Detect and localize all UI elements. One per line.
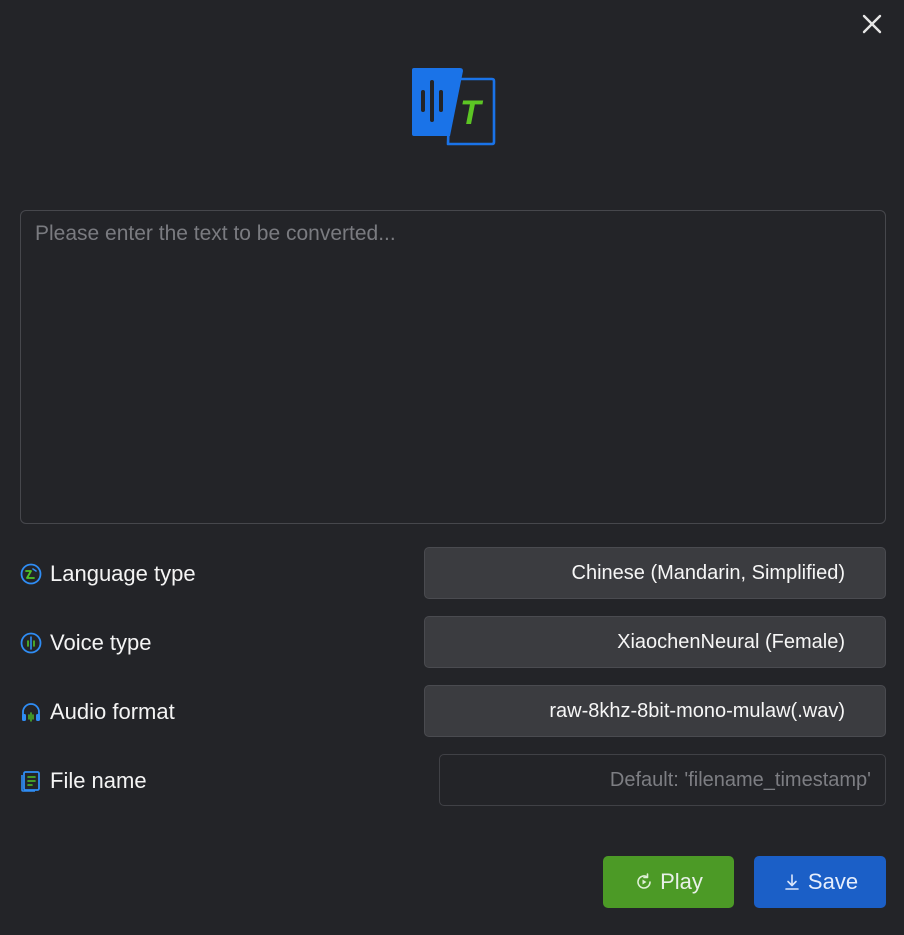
language-icon [20,563,42,585]
download-icon [785,874,799,890]
close-icon[interactable] [858,10,886,38]
voice-type-label-row: Voice type [20,628,152,658]
headphones-icon [22,703,40,722]
language-type-label: Language type [50,561,196,586]
voice-icon [20,632,42,654]
voice-type-label: Voice type [50,630,152,655]
audio-format-select[interactable]: raw-8khz-8bit-mono-mulaw(.wav) [424,685,886,737]
play-button[interactable]: Play [603,856,734,908]
voice-type-select[interactable]: XiaochenNeural (Female) [424,616,886,668]
audio-format-label-row: Audio format [20,697,175,727]
language-type-value: Chinese (Mandarin, Simplified) [571,561,845,584]
file-name-label: File name [50,768,147,793]
play-button-label: Play [660,869,703,894]
logo-letter: T [460,94,484,132]
file-icon [21,771,40,792]
audio-format-value: raw-8khz-8bit-mono-mulaw(.wav) [549,699,845,722]
text-to-speech-dialog: T Language type Chinese (Mandarin, Simpl… [0,0,904,935]
language-type-label-row: Language type [20,559,196,589]
language-type-select[interactable]: Chinese (Mandarin, Simplified) [424,547,886,599]
audio-format-label: Audio format [50,699,175,724]
file-name-input[interactable] [439,754,886,806]
play-refresh-icon [637,873,651,889]
save-button-label: Save [807,869,859,894]
voice-type-value: XiaochenNeural (Female) [617,630,845,653]
text-to-convert-input[interactable] [20,210,886,524]
save-button[interactable]: Save [754,856,886,908]
speech-to-text-logo-icon: T [412,68,496,146]
file-name-label-row: File name [20,766,147,796]
